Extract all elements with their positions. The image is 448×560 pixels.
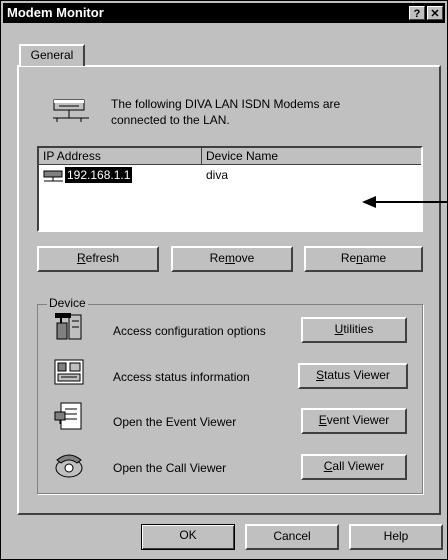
tab-general-label: General <box>30 48 74 62</box>
ok-button[interactable]: OK <box>141 524 235 550</box>
intro-line-2: connected to the LAN. <box>111 113 230 127</box>
help-button[interactable]: Help <box>349 524 443 550</box>
status-viewer-mnemonic: S <box>316 368 325 382</box>
network-modem-icon <box>53 99 89 122</box>
row-device-name: diva <box>206 168 229 182</box>
refresh-label: efresh <box>85 251 120 265</box>
title-bar: Modem Monitor ? ✕ <box>3 3 445 23</box>
device-item-text-4: Open the Call Viewer <box>113 461 227 475</box>
refresh-mnemonic: R <box>76 251 86 265</box>
status-viewer-label: tatus Viewer <box>324 368 390 382</box>
rename-label: ame <box>362 251 387 265</box>
device-item-text-1: Access configuration options <box>113 324 266 338</box>
utilities-button[interactable]: Utilities <box>301 317 407 343</box>
intro-line-1: The following DIVA LAN ISDN Modems are <box>111 97 341 111</box>
column-header-ip-address[interactable]: IP Address <box>39 148 202 165</box>
window-title: Modem Monitor <box>7 5 104 20</box>
intro-text: The following DIVA LAN ISDN Modems are c… <box>111 96 381 128</box>
call-viewer-button[interactable]: Call Viewer <box>301 454 407 480</box>
remove-label-pre: Re <box>209 251 225 265</box>
rename-button[interactable]: Rename <box>304 246 423 272</box>
event-log-icon <box>54 402 82 430</box>
rename-label-pre: Re <box>340 251 357 265</box>
event-viewer-label: vent Viewer <box>326 413 390 427</box>
refresh-button[interactable]: Refresh <box>37 246 159 272</box>
status-viewer-button[interactable]: Status Viewer <box>298 363 408 389</box>
remove-mnemonic: m <box>224 251 235 265</box>
device-item-text-2: Access status information <box>113 370 250 384</box>
help-title-button[interactable]: ? <box>409 6 425 20</box>
utilities-label: tilities <box>343 322 374 336</box>
event-viewer-mnemonic: E <box>318 413 327 427</box>
event-viewer-button[interactable]: Event Viewer <box>301 408 407 434</box>
status-icon <box>54 359 84 385</box>
close-title-button[interactable]: ✕ <box>427 6 443 20</box>
modem-monitor-window: Modem Monitor ? ✕ General The following … <box>0 0 448 560</box>
tab-general[interactable]: General <box>19 44 85 66</box>
callout-arrow-icon <box>362 196 448 208</box>
telephone-icon <box>55 454 83 478</box>
column-header-device-name[interactable]: Device Name <box>202 148 421 165</box>
table-row[interactable]: 192.168.1.1 diva <box>39 167 421 184</box>
tools-icon <box>55 313 82 340</box>
modem-list[interactable]: IP Address Device Name 192.168.1.1 diva <box>37 146 423 232</box>
rename-mnemonic: n <box>356 251 363 265</box>
call-viewer-label: all Viewer <box>332 459 385 473</box>
row-ip-address: 192.168.1.1 <box>65 167 133 183</box>
modem-small-icon <box>43 170 63 182</box>
remove-button[interactable]: Remove <box>171 246 293 272</box>
remove-label: ove <box>234 251 255 265</box>
cancel-button[interactable]: Cancel <box>245 524 339 550</box>
device-item-text-3: Open the Event Viewer <box>113 415 237 429</box>
